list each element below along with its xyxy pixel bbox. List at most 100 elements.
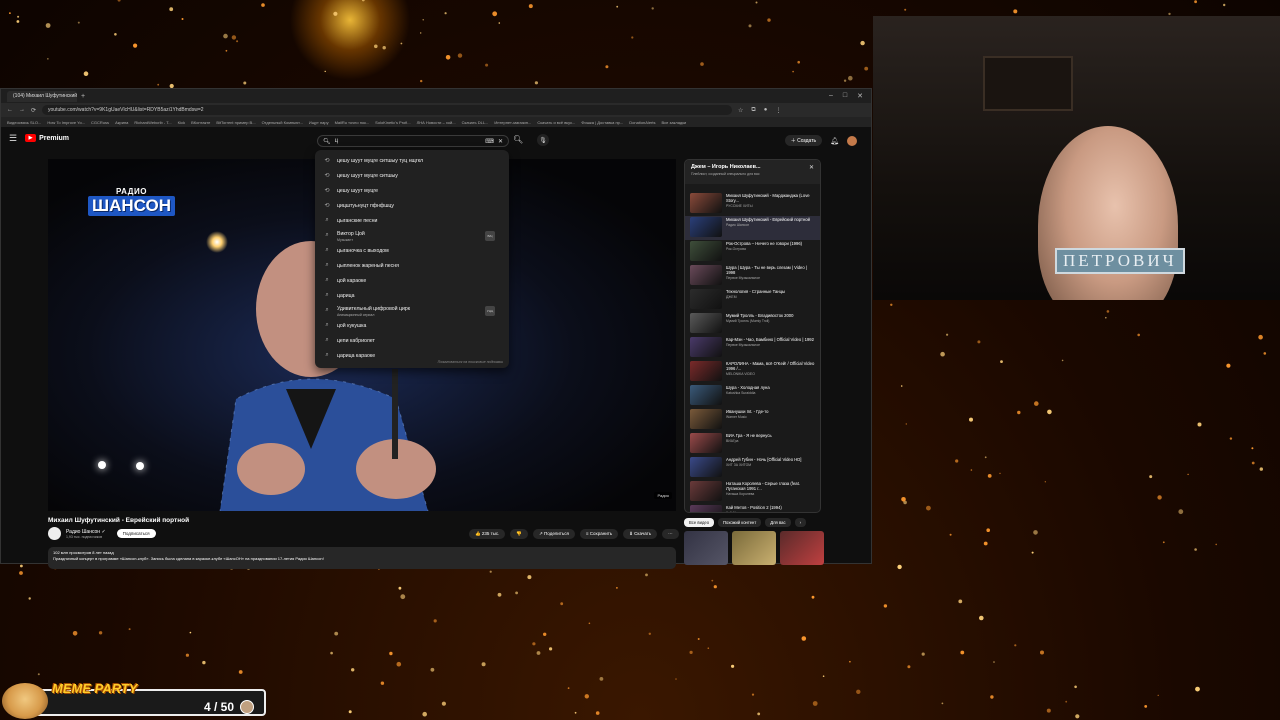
bookmark-item[interactable]: ВКонтакте bbox=[191, 120, 210, 125]
playlist-title[interactable]: Джем – Игорь Николаев... bbox=[691, 164, 814, 170]
playlist-item[interactable]: Кай Метов - Position 2 (1994) Кай Метов bbox=[685, 504, 820, 512]
bookmark-item[interactable]: ЛНА Новости – хой... bbox=[417, 120, 456, 125]
extensions-icon[interactable]: ⧉ bbox=[751, 107, 755, 114]
playlist-item[interactable]: Михаил Шуфутинский - Еврейский портной Ра… bbox=[685, 216, 820, 240]
suggestion-thumbnail: УЦЦ bbox=[485, 305, 495, 316]
playlist-item[interactable]: КАРОЛИНА - Мама, всё O'Kей! / Official V… bbox=[685, 360, 820, 384]
bookmark-item[interactable]: DonationAlerts bbox=[629, 120, 655, 125]
channel-name[interactable]: Радио Шансон ✓ bbox=[66, 529, 106, 535]
maximize-button[interactable]: □ bbox=[843, 92, 847, 100]
recommendation-chips: Все видео Похожий контент Для вас › bbox=[684, 518, 806, 527]
bookmark-item[interactable]: How To Improve Yo... bbox=[47, 120, 85, 125]
bookmark-item[interactable]: BitTorrent пример В... bbox=[216, 120, 255, 125]
playlist-item[interactable]: Шура | Шура - Ты не верь слезам | Video … bbox=[685, 264, 820, 288]
back-icon[interactable]: ← bbox=[7, 107, 13, 113]
video-description[interactable]: 102 млн просмотров 8 лет назад Праздничн… bbox=[48, 547, 676, 569]
playlist-subtitle: Плейлист, созданный специально для вас bbox=[691, 172, 760, 176]
bookmark-item[interactable]: Видеосвязь SLO... bbox=[7, 120, 41, 125]
filter-chip[interactable]: Похожий контент bbox=[718, 518, 762, 527]
subscribe-button[interactable]: Подписаться bbox=[116, 529, 156, 538]
playlist-item[interactable]: Технология - Странные Танцы ДЖЕМ bbox=[685, 288, 820, 312]
search-suggestion[interactable]: ⟲ цешу шуут муцге bbox=[315, 183, 509, 198]
dislike-button[interactable]: 👎 bbox=[510, 529, 529, 539]
like-button[interactable]: 👍 235 тыс. bbox=[469, 529, 506, 539]
bookmark-item[interactable]: SoloKinetic's Profi... bbox=[375, 120, 410, 125]
bookmark-item[interactable]: CGCRuss bbox=[91, 120, 109, 125]
search-suggestion[interactable]: ⌕ цыпленок жареный песня bbox=[315, 258, 509, 273]
search-suggestion[interactable]: ⌕ цой караоке bbox=[315, 273, 509, 288]
bookmark-item[interactable]: Скачать DLL... bbox=[462, 120, 489, 125]
history-icon: ⟲ bbox=[324, 203, 330, 209]
profile-icon[interactable]: ● bbox=[764, 107, 768, 114]
playlist-item[interactable]: Шура - Холодная луна Katushka Suraiddia bbox=[685, 384, 820, 408]
bookmark-item[interactable]: Ищут пару bbox=[309, 120, 329, 125]
minimize-button[interactable]: – bbox=[829, 92, 833, 100]
create-button[interactable]: ＋ Создать bbox=[784, 135, 823, 146]
playlist-item[interactable]: ВИА Гра - Я не вернусь ВИАГра bbox=[685, 432, 820, 456]
playlist-item-channel: Рок-Острова bbox=[726, 247, 746, 251]
search-suggestion[interactable]: ⟲ цешу шуут муцге ситшыу туц нщгкл bbox=[315, 153, 509, 168]
close-window-button[interactable]: ✕ bbox=[857, 92, 863, 100]
filter-chip[interactable]: Для вас bbox=[765, 518, 791, 527]
search-input[interactable]: ц bbox=[335, 138, 482, 144]
playlist-item[interactable]: Мумий Тролль - Владивосток 2000 Мумий Тро… bbox=[685, 312, 820, 336]
playlist-thumbnail bbox=[690, 409, 722, 429]
more-actions-button[interactable]: ⋯ bbox=[662, 529, 679, 539]
search-suggestion[interactable]: ⌕ Удивительный цифровой цирк Анимационный … bbox=[315, 303, 509, 318]
recommended-video-thumbnail[interactable] bbox=[780, 531, 824, 565]
playlist-thumbnail bbox=[690, 337, 722, 357]
close-playlist-icon[interactable]: ✕ bbox=[809, 164, 814, 171]
microphone-icon[interactable]: 🎙 bbox=[537, 134, 549, 146]
bookmark-item[interactable]: Отдельный Компьют... bbox=[262, 120, 303, 125]
bookmark-item[interactable]: Скачать и всё вкус... bbox=[537, 120, 575, 125]
playlist-item[interactable]: Иванушки Int. - Где-то Warner Music bbox=[685, 408, 820, 432]
filter-chip[interactable]: Все видео bbox=[684, 518, 715, 527]
save-button[interactable]: ≡ Сохранить bbox=[579, 529, 619, 539]
search-suggestion[interactable]: ⌕ цыганочка с выходом bbox=[315, 243, 509, 258]
suggestion-text: Виктор Цой bbox=[337, 230, 365, 237]
new-tab-button[interactable]: + bbox=[81, 93, 85, 100]
download-button[interactable]: ⬇ Скачать bbox=[623, 529, 658, 539]
search-suggestion[interactable]: ⌕ царица bbox=[315, 288, 509, 303]
suggestion-text: цепи кабриолет bbox=[337, 337, 375, 344]
notifications-bell-icon[interactable]: 🔔︎ bbox=[830, 137, 839, 145]
bookmark-item[interactable]: RichardWebcrib - T... bbox=[134, 120, 171, 125]
bookmark-star-icon[interactable]: ☆ bbox=[738, 107, 743, 114]
search-suggestion[interactable]: ⌕ цыганские песни bbox=[315, 213, 509, 228]
account-avatar[interactable] bbox=[847, 135, 857, 146]
playlist-thumbnail bbox=[690, 433, 722, 453]
reload-icon[interactable]: ⟳ bbox=[31, 107, 36, 114]
recommended-video-thumbnail[interactable] bbox=[684, 531, 728, 565]
bookmark-item[interactable]: Интернет-магазин... bbox=[494, 120, 531, 125]
playlist-item[interactable]: Михаил Шуфутинский - Марджанджа (Love St… bbox=[685, 192, 820, 216]
search-suggestion[interactable]: ⌕ цепи кабриолет bbox=[315, 333, 509, 348]
browser-tab[interactable]: (104) Михаил Шуфутинский bbox=[7, 90, 77, 102]
search-suggestion[interactable]: ⟲ цицштуьнуцт пфнфшцу bbox=[315, 198, 509, 213]
bookmark-item[interactable]: Акрина bbox=[115, 120, 128, 125]
search-suggestion[interactable]: ⌕ цой кукушка bbox=[315, 318, 509, 333]
share-button[interactable]: ↗ Поделиться bbox=[533, 529, 575, 539]
youtube-logo[interactable]: ▶ Premium bbox=[25, 134, 69, 142]
search-submit-icon[interactable]: 🔍︎ bbox=[513, 135, 523, 144]
playlist-item[interactable]: Андрей Губин - Ночь [Official Video HD] Х… bbox=[685, 456, 820, 480]
bookmark-item[interactable]: Kick bbox=[178, 120, 186, 125]
url-field[interactable]: youtube.com/watch?v=9K1gUaeVlcHU&list=RD… bbox=[42, 105, 733, 115]
playlist-item[interactable]: Кар-Мэн - Чао, Бамбино | Official Video … bbox=[685, 336, 820, 360]
search-suggestion[interactable]: ⌕ Виктор Цой Музыкант В/Ц bbox=[315, 228, 509, 243]
clear-search-icon[interactable]: ✕ bbox=[498, 138, 503, 145]
keyboard-icon[interactable]: ⌨ bbox=[485, 138, 494, 145]
menu-icon[interactable]: ⋮ bbox=[775, 107, 781, 114]
forward-icon[interactable]: → bbox=[19, 107, 25, 113]
hamburger-menu-icon[interactable]: ☰ bbox=[9, 133, 17, 144]
bookmark-item[interactable]: Все закладки bbox=[662, 120, 687, 125]
bookmark-item[interactable]: MailRu точно пок... bbox=[335, 120, 370, 125]
filter-chip[interactable]: › bbox=[794, 518, 806, 527]
channel-avatar[interactable] bbox=[48, 527, 61, 540]
bookmark-item[interactable]: Фишка | Доставка пр... bbox=[581, 120, 623, 125]
playlist-item[interactable]: Наташа Королева - Серые глаза (feat. Луг… bbox=[685, 480, 820, 504]
search-box[interactable]: 🔍︎ ц ⌨ ✕ bbox=[317, 135, 509, 147]
recommended-video-thumbnail[interactable] bbox=[732, 531, 776, 565]
playlist-item[interactable]: Рок-Острова – Ничего не говори (1996) Рок… bbox=[685, 240, 820, 264]
report-suggestions-link[interactable]: Пожаловаться на поисковые подсказки bbox=[438, 360, 503, 364]
search-suggestion[interactable]: ⟲ цешу шуут муцге ситшыу bbox=[315, 168, 509, 183]
